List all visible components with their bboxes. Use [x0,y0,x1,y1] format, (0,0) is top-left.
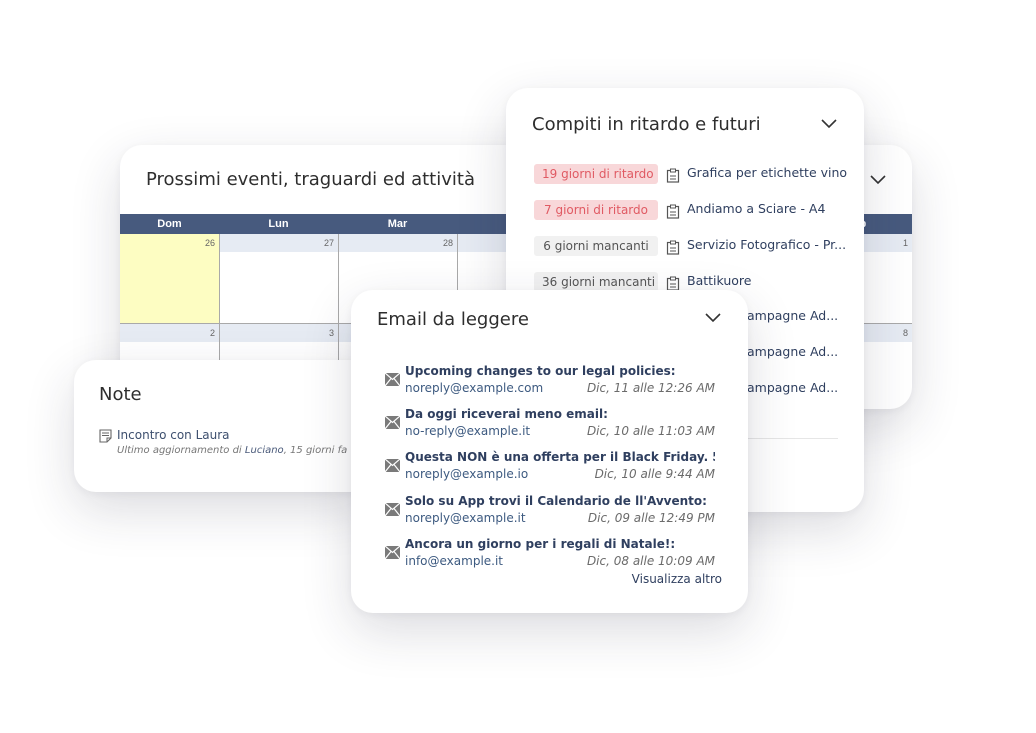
email-date: Dic, 10 alle 11:03 AM [586,424,715,438]
upcoming-badge: 6 giorni mancanti [534,236,658,256]
email-date: Dic, 10 alle 9:44 AM [594,467,715,481]
note-meta-prefix: Ultimo aggiornamento di [117,445,242,456]
chevron-down-icon[interactable] [820,118,838,130]
day-number: 2 [120,324,219,342]
task-name[interactable]: Andiamo a Sciare - A4 [687,201,825,216]
mail-icon [384,502,401,517]
email-row[interactable]: Solo su App trovi il Calendario de ll'Av… [384,493,715,533]
mail-icon [384,372,401,387]
notes-card: Note Incontro con Laura Ultimo aggiornam… [74,360,374,492]
task-name[interactable]: Battikuore [687,273,752,288]
weekday-sunday: Dom [157,218,182,230]
calendar-title: Prossimi eventi, traguardi ed attività [146,169,475,190]
tasks-title: Compiti in ritardo e futuri [532,114,761,135]
note-meta: Ultimo aggiornamento di Luciano, 15 gior… [117,445,347,456]
email-row[interactable]: Da oggi riceverai meno email: no-reply@e… [384,406,715,446]
calendar-day-cell[interactable]: 27 [220,234,339,324]
task-name-partial[interactable]: ampagne Ad... [747,308,838,323]
day-number: 27 [220,234,338,252]
calendar-day-cell-today[interactable]: 26 [120,234,220,324]
note-meta-author: Luciano [244,445,284,456]
weekday-monday: Lun [268,218,289,230]
email-row[interactable]: Questa NON è una offerta per il Black Fr… [384,449,715,489]
email-subject: Ancora un giorno per i regali di Natale!… [405,537,676,551]
calendar-day-cell[interactable]: 8 [864,324,912,409]
task-icon [666,204,680,219]
task-name[interactable]: Grafica per etichette vino [687,165,847,180]
task-name[interactable]: Servizio Fotografico - Pr... [687,237,846,252]
chevron-down-icon[interactable] [704,312,722,324]
task-name-partial[interactable]: ampagne Ad... [747,344,838,359]
note-icon [99,429,112,443]
day-number: 3 [220,324,338,342]
email-sender: info@example.it [405,554,504,568]
overdue-badge: 19 giorni di ritardo [534,164,658,184]
email-subject: Da oggi riceverai meno email: [405,407,608,421]
email-date: Dic, 08 alle 10:09 AM [586,554,715,568]
day-number: 28 [339,234,457,252]
task-icon [666,240,680,255]
email-row[interactable]: Upcoming changes to our legal policies: … [384,363,715,403]
email-subject: Questa NON è una offerta per il Black Fr… [405,450,715,464]
upcoming-badge: 36 giorni mancanti [534,272,658,292]
mail-icon [384,415,401,430]
chevron-down-icon[interactable] [869,174,887,186]
day-number: 8 [864,324,912,342]
email-sender: noreply@example.it [405,511,526,525]
email-sender: noreply@example.com [405,381,544,395]
email-sender: noreply@example.io [405,467,529,481]
view-more-link[interactable]: Visualizza altro [632,572,722,586]
email-date: Dic, 11 alle 12:26 AM [586,381,715,395]
notes-title: Note [99,384,142,405]
email-row[interactable]: Ancora un giorno per i regali di Natale!… [384,536,715,576]
email-subject: Solo su App trovi il Calendario de ll'Av… [405,494,707,508]
task-name-partial[interactable]: ampagne Ad... [747,380,838,395]
task-icon [666,276,680,291]
email-subject: Upcoming changes to our legal policies: [405,364,676,378]
overdue-badge: 7 giorni di ritardo [534,200,658,220]
mail-icon [384,545,401,560]
email-sender: no-reply@example.it [405,424,531,438]
mail-icon [384,458,401,473]
day-number: 1 [864,234,912,252]
day-number: 26 [120,234,219,252]
task-icon [666,168,680,183]
note-item-title[interactable]: Incontro con Laura [117,428,230,442]
calendar-day-cell[interactable]: 1 [864,234,912,324]
email-card: Email da leggere Upcoming changes to our… [351,290,748,613]
note-meta-suffix: , 15 giorni fa [283,445,348,456]
email-date: Dic, 09 alle 12:49 PM [587,511,715,525]
email-title: Email da leggere [377,309,529,330]
weekday-tuesday: Mar [387,218,408,230]
